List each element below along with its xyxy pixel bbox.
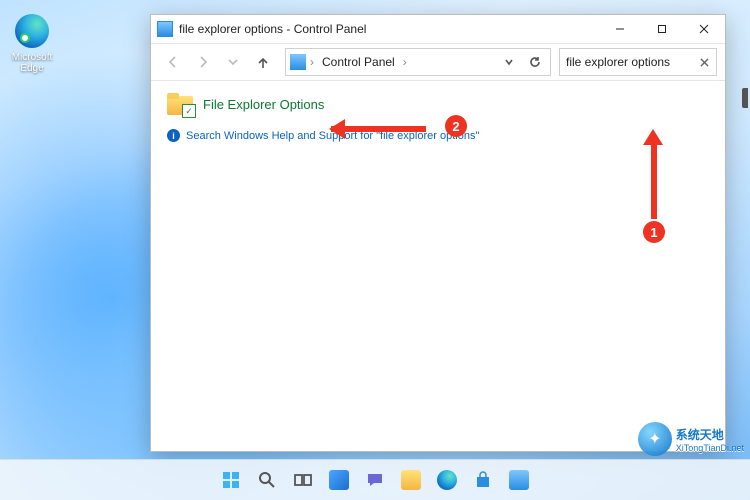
annotation-badge-1: 1 <box>643 221 665 243</box>
toolbar: › Control Panel › <box>151 44 725 81</box>
taskbar-widgets[interactable] <box>324 465 354 495</box>
breadcrumb-root[interactable]: Control Panel <box>318 55 399 69</box>
desktop-icon-label: MicrosoftEdge <box>6 52 58 74</box>
folder-options-icon <box>167 93 193 115</box>
taskbar-search[interactable] <box>252 465 282 495</box>
breadcrumb-sep: › <box>403 55 407 69</box>
taskbar-explorer[interactable] <box>396 465 426 495</box>
maximize-button[interactable] <box>641 15 683 43</box>
search-help-link[interactable]: i Search Windows Help and Support for "f… <box>167 129 709 142</box>
results-area: File Explorer Options i Search Windows H… <box>151 81 725 451</box>
watermark-text-en: XiTongTianDi.net <box>676 443 744 453</box>
titlebar[interactable]: file explorer options - Control Panel <box>151 15 725 44</box>
nav-recent-button[interactable] <box>219 48 247 76</box>
search-input[interactable] <box>564 54 696 70</box>
taskbar-app[interactable] <box>504 465 534 495</box>
start-button[interactable] <box>216 465 246 495</box>
taskbar-taskview[interactable] <box>288 465 318 495</box>
refresh-button[interactable] <box>524 51 546 73</box>
taskbar[interactable] <box>0 459 750 500</box>
taskbar-edge[interactable] <box>432 465 462 495</box>
nav-back-button[interactable] <box>159 48 187 76</box>
control-panel-icon <box>290 54 306 70</box>
clear-search-button[interactable] <box>696 54 712 70</box>
watermark-text-cn: 系统天地 <box>676 426 744 443</box>
edge-icon <box>15 14 49 48</box>
annotation-arrow-1 <box>639 129 669 229</box>
side-handle <box>742 88 748 108</box>
window-icon <box>157 21 173 37</box>
taskbar-store[interactable] <box>468 465 498 495</box>
desktop-icon-edge[interactable]: MicrosoftEdge <box>6 14 58 74</box>
help-text: Search Windows Help and Support for "fil… <box>186 130 479 142</box>
info-icon: i <box>167 129 180 142</box>
result-file-explorer-options[interactable]: File Explorer Options <box>167 93 709 115</box>
nav-forward-button[interactable] <box>189 48 217 76</box>
watermark: ✦ 系统天地 XiTongTianDi.net <box>638 422 744 456</box>
search-box[interactable] <box>559 48 717 76</box>
control-panel-window: file explorer options - Control Panel › … <box>150 14 726 452</box>
annotation-badge-2: 2 <box>445 115 467 137</box>
taskbar-chat[interactable] <box>360 465 390 495</box>
address-bar[interactable]: › Control Panel › <box>285 48 551 76</box>
nav-up-button[interactable] <box>249 48 277 76</box>
address-dropdown-button[interactable] <box>498 51 520 73</box>
watermark-icon: ✦ <box>638 422 672 456</box>
minimize-button[interactable] <box>599 15 641 43</box>
window-title: file explorer options - Control Panel <box>179 22 599 36</box>
result-label: File Explorer Options <box>203 97 324 112</box>
breadcrumb-sep: › <box>310 55 314 69</box>
close-button[interactable] <box>683 15 725 43</box>
